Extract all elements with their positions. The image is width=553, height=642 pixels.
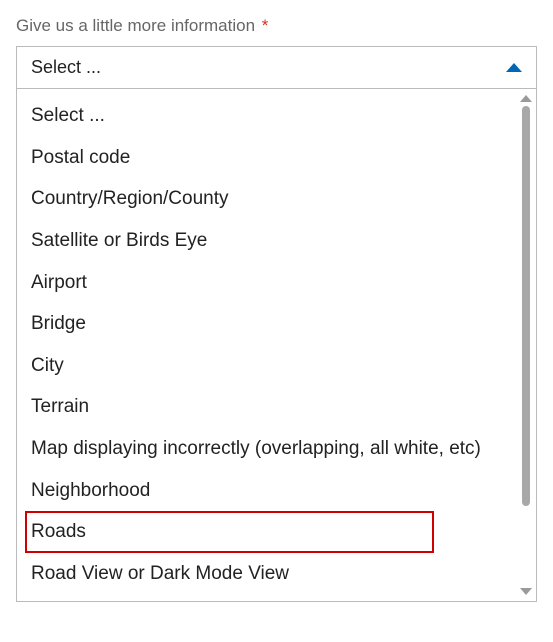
dropdown-option[interactable]: Select ... [27,95,524,137]
dropdown-option[interactable]: Postal code [27,137,524,179]
dropdown-option[interactable]: Terrain [27,386,524,428]
dropdown-option[interactable]: Country/Region/County [27,178,524,220]
scroll-down-icon[interactable] [520,588,532,595]
scrollbar-thumb[interactable] [522,106,530,506]
dropdown-option[interactable]: Bridge [27,303,524,345]
field-label: Give us a little more information * [16,16,537,36]
dropdown-option[interactable]: Roads [25,511,434,553]
dropdown-option[interactable]: Airport [27,262,524,304]
dropdown-option[interactable]: Map displaying incorrectly (overlapping,… [27,428,524,470]
select-wrapper: Select ... Select ...Postal codeCountry/… [16,46,537,602]
dropdown-panel: Select ...Postal codeCountry/Region/Coun… [16,89,537,602]
field-label-text: Give us a little more information [16,16,255,35]
dropdown-option[interactable]: Road View or Dark Mode View [27,553,524,595]
dropdown-option[interactable]: Neighborhood [27,470,524,512]
dropdown-option[interactable]: City [27,345,524,387]
dropdown-option[interactable]: Satellite or Birds Eye [27,220,524,262]
select-value: Select ... [31,57,101,78]
chevron-up-icon [506,63,522,72]
options-list: Select ...Postal codeCountry/Region/Coun… [17,91,530,599]
select-box[interactable]: Select ... [16,46,537,89]
scrollbar[interactable] [518,93,534,597]
required-asterisk: * [262,16,269,35]
scroll-up-icon[interactable] [520,95,532,102]
